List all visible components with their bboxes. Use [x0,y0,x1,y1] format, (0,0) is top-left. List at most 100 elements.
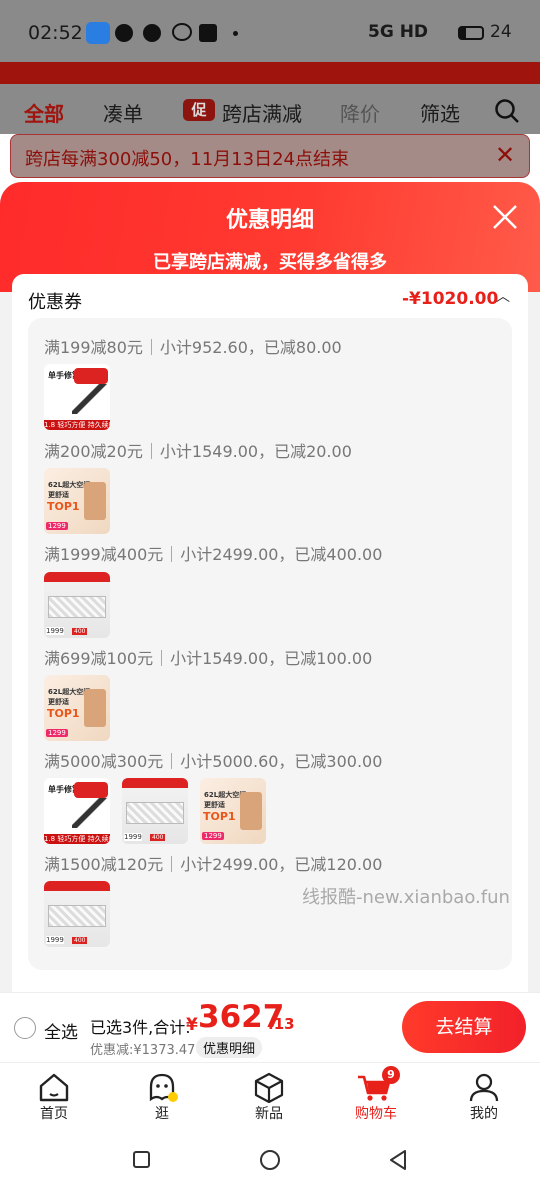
nav-explore[interactable]: 逛 [122,1063,202,1133]
subtotal-text: 小计1549.00，已减20.00 [159,442,352,461]
product-thumb-fridge[interactable]: 62L超大空间 更舒适 TOP1 1299 [200,778,266,844]
profile-icon [469,1073,499,1102]
coupon-card: 优惠券 -¥1020.00 ︿ 满199减80元 小计952.60，已减80.00… [12,274,528,1062]
discount-detail-sheet: 优惠明细 已享跨店满减，买得多省得多 优惠券 -¥1020.00 ︿ 满199减… [0,182,540,1062]
thumb-tag-text: 轻巧方便 持久续航 [57,421,110,429]
status-time: 02:52 [28,22,83,44]
nav-cart[interactable]: 购物车 9 [336,1063,416,1133]
thumb-price: 1299 [46,729,68,737]
thumb-sub: 更舒适 [204,801,225,809]
tool-blade [72,798,108,828]
subtotal-text: 小计952.60，已减80.00 [159,338,342,357]
subtotal-text: 小计5000.60，已减300.00 [180,752,383,771]
thumb-top: TOP1 [203,810,236,823]
mattress-shape [126,802,184,824]
recent-apps-icon[interactable] [133,1151,150,1168]
tab-all[interactable]: 全部 [24,98,64,127]
cart-badge: 9 [382,1066,400,1084]
product-thumb-mattress[interactable]: 1999 400 [122,778,188,844]
bottom-nav: 首页 逛 新品 购物车 9 我的 [0,1062,540,1132]
fridge-shape [84,689,106,727]
close-icon[interactable] [492,204,518,230]
subtotal-text: 小计2499.00，已减120.00 [180,855,383,874]
weibo-icon [172,23,192,41]
notice-text: 跨店每满300减50，11月13日24点结束 [25,149,349,170]
chat-icon [115,24,133,42]
back-icon[interactable] [388,1149,408,1171]
thumb-tag-text: 轻巧方便 持久续航 [57,835,110,843]
sheet-title: 优惠明细 [225,208,314,233]
nav-label: 购物车 [355,1106,397,1122]
thumb-price: 1299 [46,522,68,530]
select-all-checkbox[interactable] [14,1017,36,1039]
thumb-price: 1999 [46,627,64,635]
subtotal-text: 小计2499.00，已减400.00 [180,545,383,564]
status-bar: 02:52 5G HD 24 [0,0,540,62]
thumb-tag: 1.8 轻巧方便 持久续航 [44,420,110,430]
rule-text: 满699减100元 [44,649,154,668]
thumb-price: 1999 [46,936,64,944]
coupon-group-rule: 满199减80元 小计952.60，已减80.00 [44,334,342,358]
nav-new[interactable]: 新品 [229,1063,309,1133]
coupon-group-rule: 满5000减300元 小计5000.60，已减300.00 [44,748,382,772]
checkout-bar: 全选 已选3件,合计: ¥ 3627 .13 优惠减:¥1373.47 优惠明细… [0,992,540,1062]
product-thumb-mattress[interactable]: 1999 400 [44,572,110,638]
watermark: 线报酷-new.xianbao.fun [302,887,510,908]
total-decimal: .13 [268,1015,295,1033]
coupon-group-rule: 满1500减120元 小计2499.00，已减120.00 [44,851,382,875]
network-indicator: 5G HD [368,22,429,42]
cube-icon [254,1072,284,1103]
notice-close-icon[interactable]: ✕ [495,141,515,169]
tab-price-drop[interactable]: 降价 [340,98,380,127]
tab-bundle[interactable]: 凑单 [103,98,143,127]
product-thumb-mattress[interactable]: 1999 400 [44,881,110,947]
thumb-top: TOP1 [47,500,80,513]
detail-button[interactable]: 优惠明细 [196,1037,263,1058]
thumb-price: 1299 [202,832,224,840]
subtotal-text: 小计1549.00，已减100.00 [170,649,373,668]
nav-label: 新品 [255,1106,283,1122]
selected-summary: 已选3件,合计: [90,1018,191,1037]
thumb-voltage: 1.8 [44,421,56,429]
chevron-up-icon[interactable]: ︿ [496,286,510,306]
mattress-banner [122,778,188,788]
system-nav-bar [0,1132,540,1187]
message-icon [143,24,161,42]
home-icon [39,1073,69,1102]
nav-label: 我的 [470,1106,498,1122]
location-app-icon [86,22,110,44]
mattress-shape [48,596,106,618]
battery-level: 24 [490,22,512,42]
more-dot-icon [233,31,238,36]
header-strip [0,62,540,84]
product-thumb-fridge[interactable]: 62L超大空间 更舒适 TOP1 1299 [44,675,110,741]
thumb-sub: 更舒适 [48,491,69,499]
home-button-icon[interactable] [260,1150,280,1170]
search-icon[interactable] [494,98,520,124]
thumb-sub: 更舒适 [48,698,69,706]
promo-notice: 跨店每满300减50，11月13日24点结束 ✕ [10,134,530,178]
promo-tag: 促 [183,99,215,121]
nav-home[interactable]: 首页 [14,1063,94,1133]
total-currency: ¥ [186,1015,198,1035]
nav-label: 逛 [155,1106,169,1122]
coupon-amount: -¥1020.00 [402,289,499,309]
thumb-voltage: 1.8 [44,835,56,843]
product-thumb-hedge-trimmer[interactable]: 单手修篱机 1.8 轻巧方便 持久续航 [44,778,110,844]
product-thumb-hedge-trimmer[interactable]: 单手修篱机 1.8 轻巧方便 持久续航 [44,364,110,430]
tab-cross-store[interactable]: 跨店满减 [222,98,302,127]
nav-label: 首页 [40,1106,68,1122]
product-thumb-fridge[interactable]: 62L超大空间 更舒适 TOP1 1299 [44,468,110,534]
select-all-label[interactable]: 全选 [44,1018,78,1043]
checkout-button[interactable]: 去结算 [402,1001,526,1053]
tab-filter[interactable]: 筛选 [420,98,460,127]
nav-profile[interactable]: 我的 [444,1063,524,1133]
fridge-shape [240,792,262,830]
battery-icon [458,26,484,40]
rule-text: 满1500减120元 [44,855,164,874]
app-icon [199,24,217,42]
coupon-group-rule: 满1999减400元 小计2499.00，已减400.00 [44,541,382,565]
sheet-subtitle: 已享跨店满减，买得多省得多 [153,252,387,273]
thumb-sub: 400 [72,628,88,635]
discount-total: 优惠减:¥1373.47 [90,1043,196,1058]
